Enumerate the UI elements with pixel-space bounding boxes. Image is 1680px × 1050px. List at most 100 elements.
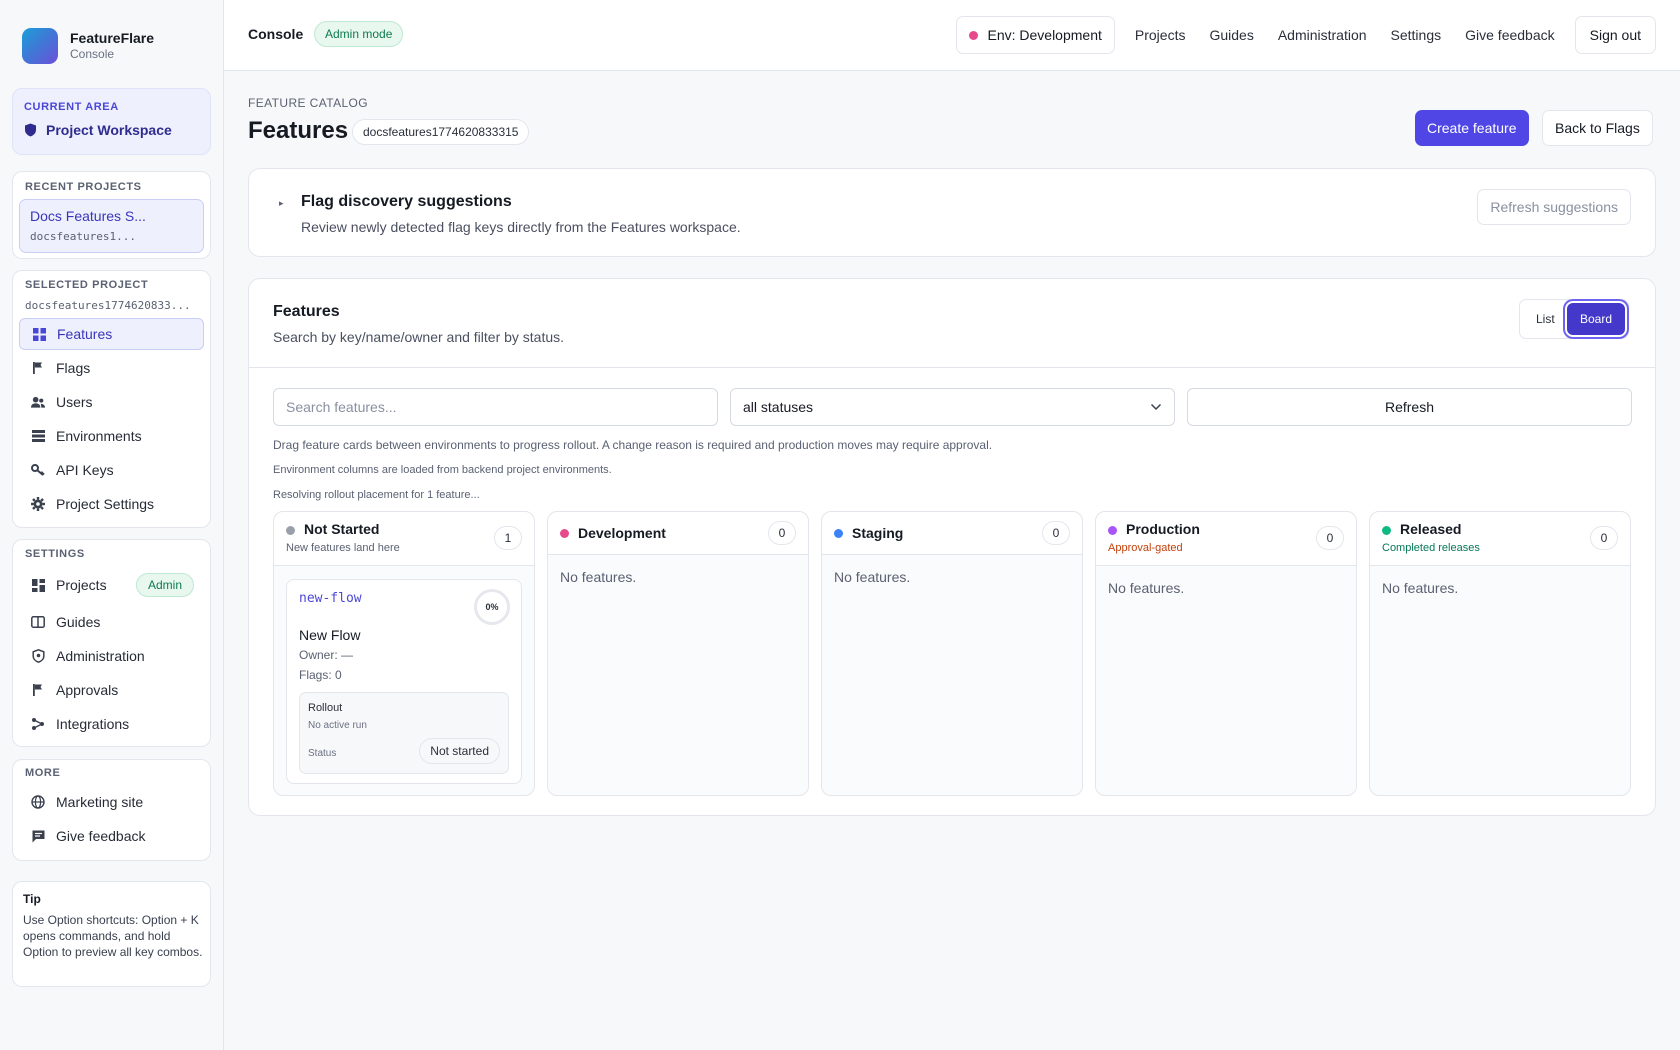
- column-empty-text: No features.: [560, 569, 637, 585]
- brand[interactable]: FeatureFlare Console: [22, 28, 154, 64]
- features-panel-description: Search by key/name/owner and filter by s…: [273, 329, 565, 345]
- column-name: Development: [578, 525, 666, 541]
- status-filter-select[interactable]: all statuses: [730, 388, 1175, 426]
- search-input[interactable]: [273, 388, 718, 426]
- column-header: Production Approval-gated 0: [1096, 512, 1356, 566]
- tip-title: Tip: [23, 892, 41, 906]
- column-header: Released Completed releases 0: [1370, 512, 1630, 566]
- console-title: Console: [248, 26, 304, 42]
- top-link-guides[interactable]: Guides: [1209, 27, 1253, 43]
- view-board-button[interactable]: Board: [1567, 303, 1625, 335]
- projects-icon: [31, 578, 45, 592]
- rollout-subtitle: No active run: [308, 720, 367, 731]
- column-name: Released: [1400, 521, 1462, 537]
- column-empty-text: No features.: [1108, 580, 1185, 596]
- expand-caret-icon[interactable]: ▸: [279, 198, 284, 209]
- sidebar-item-guides[interactable]: Guides: [19, 606, 204, 638]
- sidebar-item-label: Marketing site: [56, 794, 144, 810]
- feature-name: New Flow: [299, 627, 361, 643]
- feature-card[interactable]: new-flow 0% New Flow Owner: — Flags: 0 R…: [286, 579, 522, 784]
- sidebar: FeatureFlare Console CURRENT AREA Projec…: [0, 0, 224, 1050]
- view-list-button[interactable]: List: [1526, 312, 1565, 326]
- board-column-released: Released Completed releases 0 No feature…: [1369, 511, 1631, 796]
- more-label: MORE: [25, 767, 61, 779]
- current-area-label: CURRENT AREA: [24, 101, 119, 113]
- discovery-title[interactable]: Flag discovery suggestions: [301, 193, 512, 211]
- sidebar-item-label: API Keys: [56, 462, 114, 478]
- sidebar-item-label: Approvals: [56, 682, 119, 698]
- selected-project-key: docsfeatures1774620833...: [25, 299, 191, 312]
- chat-icon: [31, 829, 45, 843]
- sidebar-item-flags[interactable]: Flags: [19, 352, 204, 384]
- grid-icon: [32, 327, 46, 341]
- sidebar-item-approvals[interactable]: Approvals: [19, 674, 204, 706]
- column-count: 0: [1590, 526, 1618, 550]
- top-link-projects[interactable]: Projects: [1135, 27, 1186, 43]
- board-hint: Drag feature cards between environments …: [273, 438, 993, 452]
- gear-icon: [31, 497, 45, 511]
- column-name: Production: [1126, 521, 1200, 537]
- book-icon: [31, 615, 45, 629]
- column-count: 0: [768, 521, 796, 545]
- feature-key[interactable]: new-flow: [299, 591, 362, 606]
- create-feature-button[interactable]: Create feature: [1415, 110, 1529, 146]
- environment-switcher[interactable]: Env: Development: [956, 16, 1115, 54]
- top-bar: Console Admin mode Env: Development Proj…: [224, 0, 1680, 71]
- sidebar-item-label: Projects: [56, 577, 107, 593]
- recent-project-item[interactable]: Docs Features S... docsfeatures1...: [19, 199, 204, 253]
- board-column-staging: Staging 0 No features.: [821, 511, 1083, 796]
- column-header: Development 0: [548, 512, 808, 555]
- column-empty-text: No features.: [834, 569, 911, 585]
- sign-out-button[interactable]: Sign out: [1574, 16, 1656, 54]
- layers-icon: [31, 429, 45, 443]
- sidebar-item-environments[interactable]: Environments: [19, 420, 204, 452]
- sidebar-item-administration[interactable]: Administration: [19, 640, 204, 672]
- brand-name: FeatureFlare: [70, 30, 155, 46]
- sidebar-item-api-keys[interactable]: API Keys: [19, 454, 204, 486]
- sidebar-item-features[interactable]: Features: [19, 318, 204, 350]
- back-to-flags-button[interactable]: Back to Flags: [1542, 110, 1653, 146]
- column-header: Staging 0: [822, 512, 1082, 555]
- column-name: Not Started: [304, 521, 380, 537]
- recent-projects-label: RECENT PROJECTS: [25, 181, 142, 193]
- refresh-button[interactable]: Refresh: [1187, 388, 1632, 426]
- rollout-box: Rollout No active run Status Not started: [299, 692, 509, 774]
- selected-project-card: SELECTED PROJECT docsfeatures1774620833.…: [12, 270, 211, 528]
- env-status-dot: [969, 30, 979, 40]
- sidebar-item-project-settings[interactable]: Project Settings: [19, 488, 204, 520]
- top-link-give-feedback[interactable]: Give feedback: [1465, 27, 1555, 43]
- board-column-production: Production Approval-gated 0 No features.: [1095, 511, 1357, 796]
- sidebar-item-give-feedback[interactable]: Give feedback: [19, 820, 204, 852]
- sidebar-item-label: Project Settings: [56, 496, 155, 512]
- board-hint: Environment columns are loaded from back…: [273, 464, 612, 476]
- column-header: Not Started New features land here 1: [274, 512, 534, 566]
- feature-owner: Owner: —: [299, 648, 354, 662]
- features-panel: Features Search by key/name/owner and fi…: [248, 278, 1656, 816]
- column-subtitle: Approval-gated: [1108, 542, 1183, 554]
- brand-subtitle: Console: [70, 47, 115, 61]
- tip-card: Tip Use Option shortcuts: Option + K ope…: [12, 881, 211, 987]
- top-link-settings[interactable]: Settings: [1391, 27, 1442, 43]
- board-status-hint: Resolving rollout placement for 1 featur…: [273, 489, 480, 501]
- rollout-status-label: Status: [308, 748, 337, 759]
- board-column-not-started: Not Started New features land here 1 new…: [273, 511, 535, 796]
- sidebar-item-integrations[interactable]: Integrations: [19, 708, 204, 740]
- column-status-dot: [1382, 526, 1391, 535]
- column-count: 0: [1042, 521, 1070, 545]
- sidebar-item-users[interactable]: Users: [19, 386, 204, 418]
- flag-icon: [31, 683, 45, 697]
- settings-card: SETTINGS Projects Admin Guides Administr…: [12, 539, 211, 747]
- column-empty-text: No features.: [1382, 580, 1459, 596]
- selected-project-label: SELECTED PROJECT: [25, 279, 149, 291]
- page-title: Features: [248, 117, 349, 144]
- current-area-value: Project Workspace: [24, 122, 172, 138]
- brand-logo: [22, 28, 58, 64]
- column-subtitle: Completed releases: [1382, 542, 1480, 554]
- top-link-administration[interactable]: Administration: [1278, 27, 1367, 43]
- refresh-suggestions-button[interactable]: Refresh suggestions: [1477, 189, 1631, 225]
- tip-body: Use Option shortcuts: Option + K opens c…: [23, 913, 203, 959]
- view-toggle: List Board: [1519, 299, 1629, 339]
- key-icon: [31, 463, 45, 477]
- sidebar-item-marketing-site[interactable]: Marketing site: [19, 786, 204, 818]
- sidebar-item-projects[interactable]: Projects Admin: [19, 569, 204, 601]
